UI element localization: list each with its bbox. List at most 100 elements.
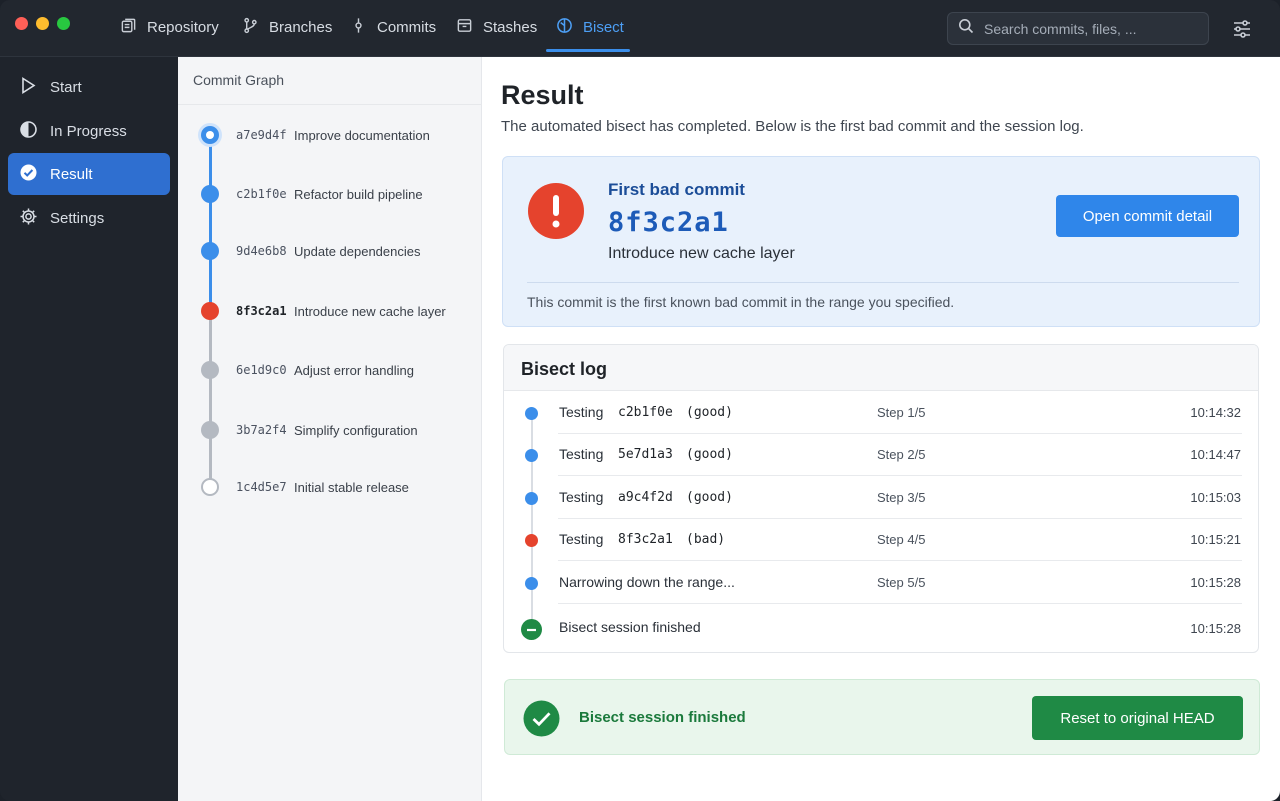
graph-title: Commit Graph [193,72,285,88]
tab-stashes[interactable]: Stashes [456,0,537,54]
log-action: Testing [559,489,604,505]
top-bar: Repository Branches Commits Stashes Bise… [0,0,1280,57]
sidebar-item-label: Result [50,165,93,183]
tab-branches[interactable]: Branches [242,0,332,54]
log-hash: 8f3c2a1 [618,532,673,547]
sidebar-item-result[interactable]: Result [8,153,170,195]
commit-hash: 1c4d5e7 [236,480,287,494]
repository-icon [120,17,137,38]
log-time: 10:15:21 [1190,532,1241,547]
tab-label: Bisect [583,18,624,36]
log-step: Step 1/5 [877,405,926,420]
tab-label: Commits [377,18,437,36]
close-window-button[interactable] [15,17,28,30]
sidebar-item-in-progress[interactable]: In Progress [8,110,170,152]
commit-message: Simplify configuration [294,422,418,438]
first-bad-commit-message: Introduce new cache layer [608,245,795,262]
commit-hash: c2b1f0e [236,187,287,201]
alert-icon [527,182,585,240]
commit-message: Update dependencies [294,243,421,259]
sidebar-item-settings[interactable]: Settings [8,197,170,239]
log-hash: c2b1f0e [618,405,673,420]
filter-settings-button[interactable] [1231,18,1253,40]
tab-label: Branches [269,18,333,36]
search-icon [958,18,974,39]
commit-dot-current [201,126,219,144]
commit-node[interactable]: a7e9d4f Improve documentation [178,123,478,147]
search-input[interactable] [984,20,1204,37]
commit-hash: 3b7a2f4 [236,423,287,437]
commit-hash: 9d4e6b8 [236,244,287,258]
log-time: 10:15:28 [1190,621,1241,636]
commit-node[interactable]: 8f3c2a1 Introduce new cache layer [178,299,478,323]
status-dot-good [525,492,538,505]
log-step: Step 3/5 [877,490,926,505]
commit-dot-untested [201,361,219,379]
log-row: Testing 5e7d1a3 (good) Step 2/5 10:14:47 [504,434,1258,476]
divider [178,104,482,105]
branches-icon [242,17,259,38]
divider [558,603,1242,604]
minimize-window-button[interactable] [36,17,49,30]
result-view: Result The automated bisect has complete… [482,57,1280,801]
bisect-icon [556,17,573,38]
app-window: Repository Branches Commits Stashes Bise… [0,0,1280,801]
log-result: (good) [686,405,733,420]
reset-to-head-button[interactable]: Reset to original HEAD [1032,696,1243,740]
bisect-log-title: Bisect log [521,359,608,379]
log-result: (bad) [686,532,726,547]
check-circle-icon [523,700,560,737]
commit-graph-panel: Commit Graph a7e9d4f Improve documentati… [178,57,482,801]
commit-node[interactable]: c2b1f0e Refactor build pipeline [178,182,478,206]
divider [558,475,1242,476]
active-tab-indicator [546,49,630,52]
session-finished-banner: Bisect session finished Reset to origina… [504,679,1260,755]
progress-icon [19,120,38,143]
first-bad-commit-label: First bad commit [608,180,745,199]
log-result: (good) [686,447,733,462]
graph-edge-good [209,136,212,311]
commit-dot-good [201,185,219,203]
tab-repository[interactable]: Repository [120,0,219,54]
log-row: Testing 8f3c2a1 (bad) Step 4/5 10:15:21 [504,519,1258,561]
log-result: (good) [686,490,733,505]
tab-label: Stashes [483,18,538,36]
log-hash: 5e7d1a3 [618,447,673,462]
gear-icon [19,207,38,230]
search-box[interactable] [947,12,1209,45]
sidebar-item-start[interactable]: Start [8,66,170,108]
commit-node[interactable]: 6e1d9c0 Adjust error handling [178,358,478,382]
log-row: Bisect session finished 10:15:28 [504,606,1258,648]
commit-node[interactable]: 9d4e6b8 Update dependencies [178,239,478,263]
check-circle-icon [19,163,38,186]
divider [558,560,1242,561]
sidebar: Start In Progress Result Settings [0,57,178,801]
tab-commits[interactable]: Commits [350,0,436,54]
first-bad-commit-note: This commit is the first known bad commi… [527,294,955,310]
commit-dot-good [201,242,219,260]
open-commit-detail-button[interactable]: Open commit detail [1056,195,1239,237]
log-action: Bisect session finished [559,619,701,635]
maximize-window-button[interactable] [57,17,70,30]
commit-node[interactable]: 1c4d5e7 Initial stable release [178,475,478,499]
sliders-icon [1231,20,1253,44]
sidebar-item-label: Settings [50,209,105,227]
status-dot-good [525,577,538,590]
stashes-icon [456,17,473,38]
log-time: 10:15:28 [1190,575,1241,590]
log-action: Testing [559,446,604,462]
commit-hash: a7e9d4f [236,128,287,142]
tab-bisect[interactable]: Bisect [556,0,624,54]
log-step: Step 2/5 [877,447,926,462]
commit-hash: 8f3c2a1 [236,304,287,318]
commit-message: Initial stable release [294,479,409,495]
commit-node[interactable]: 3b7a2f4 Simplify configuration [178,418,478,442]
sidebar-item-label: In Progress [50,122,127,140]
page-title: Result [501,80,584,110]
commit-message: Improve documentation [294,127,430,143]
log-step: Step 4/5 [877,532,926,547]
log-time: 10:14:32 [1190,405,1241,420]
log-time: 10:15:03 [1190,490,1241,505]
commits-icon [350,17,367,38]
page-subtitle: The automated bisect has completed. Belo… [501,118,1084,135]
